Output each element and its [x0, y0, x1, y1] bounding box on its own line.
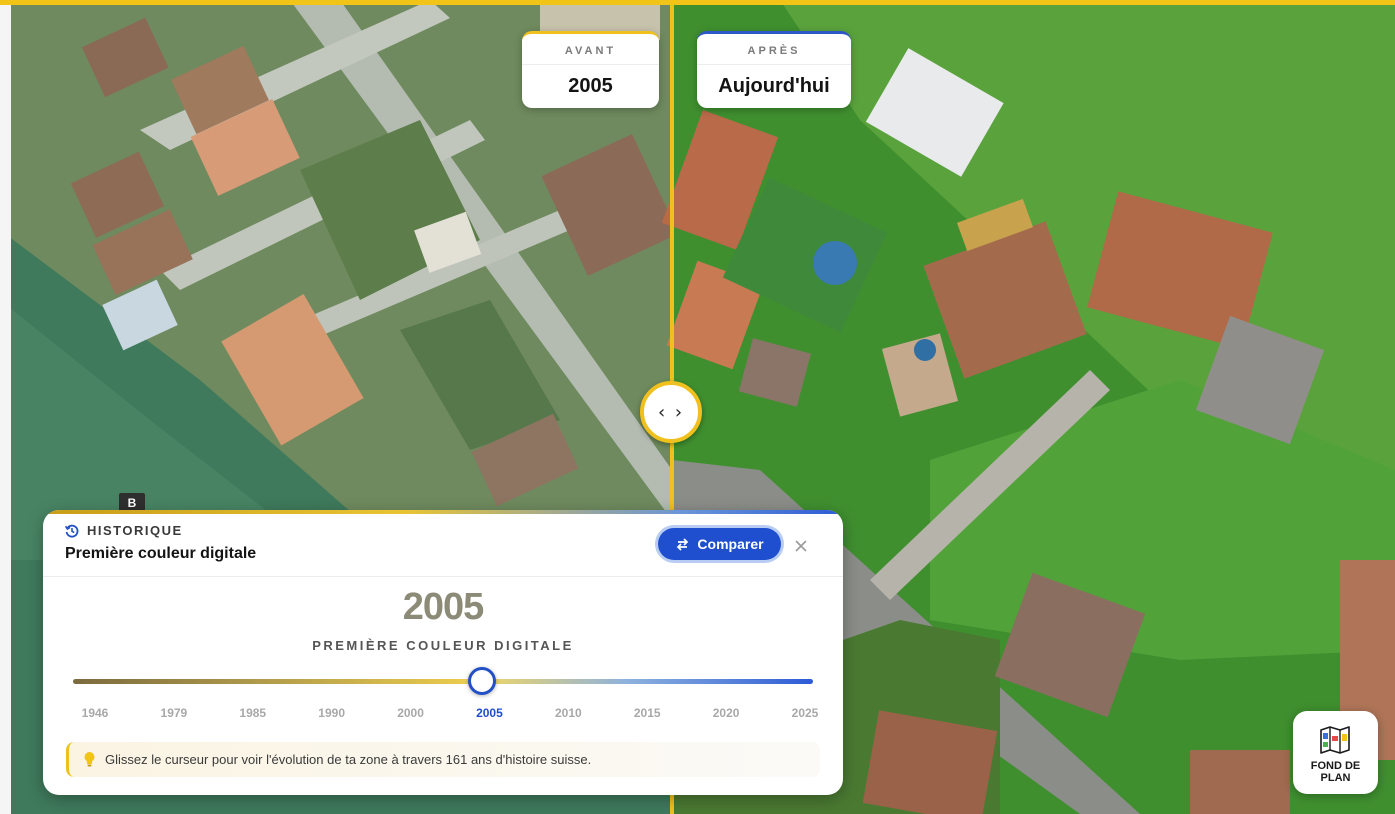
- year-tick-1990[interactable]: 1990: [318, 706, 345, 720]
- basemap-button-label: FOND DE PLAN: [1293, 760, 1378, 784]
- top-accent-bar: [0, 0, 1395, 5]
- year-tick-2015[interactable]: 2015: [634, 706, 661, 720]
- year-tick-2020[interactable]: 2020: [713, 706, 740, 720]
- year-tick-2025[interactable]: 2025: [792, 706, 819, 720]
- history-title: Première couleur digitale: [65, 545, 257, 562]
- year-tick-1979[interactable]: 1979: [161, 706, 188, 720]
- basemap-button[interactable]: FOND DE PLAN: [1293, 711, 1378, 794]
- year-tick-2010[interactable]: 2010: [555, 706, 582, 720]
- hint-box: Glissez le curseur pour voir l'évolution…: [66, 742, 820, 777]
- compare-button[interactable]: Comparer: [658, 528, 781, 560]
- basemap-label-line1: FOND DE: [1310, 760, 1361, 772]
- hint-text: Glissez le curseur pour voir l'évolution…: [105, 752, 592, 767]
- arrows-left-right-icon: ‹ ›: [657, 401, 685, 423]
- before-label-card: AVANT 2005: [522, 31, 659, 108]
- left-edge: [0, 5, 11, 814]
- after-label-card: APRÈS Aujourd'hui: [697, 31, 851, 108]
- panel-header: HISTORIQUE Première couleur digitale Com…: [43, 514, 843, 577]
- year-slider-thumb[interactable]: [468, 667, 496, 695]
- after-kicker: APRÈS: [697, 34, 851, 65]
- before-value: 2005: [568, 75, 613, 97]
- map-layers-icon: [1320, 726, 1350, 754]
- close-icon[interactable]: [793, 538, 809, 554]
- basemap-label-line2: PLAN: [1320, 772, 1351, 784]
- year-slider-ticks: 1946 1979 1985 1990 2000 2005 2010 2015 2020 2025: [65, 706, 821, 722]
- history-kicker: HISTORIQUE: [87, 523, 183, 538]
- selected-year: 2005: [402, 586, 485, 628]
- year-tick-2005[interactable]: 2005: [476, 706, 503, 720]
- lightbulb-icon: [84, 752, 95, 767]
- history-icon: [65, 524, 79, 538]
- before-kicker: AVANT: [522, 34, 659, 65]
- after-value: Aujourd'hui: [718, 75, 830, 97]
- year-tick-2000[interactable]: 2000: [397, 706, 424, 720]
- year-tick-1946[interactable]: 1946: [82, 706, 109, 720]
- year-tick-1985[interactable]: 1985: [239, 706, 266, 720]
- history-panel: HISTORIQUE Première couleur digitale Com…: [43, 510, 843, 795]
- swap-icon: [677, 537, 689, 551]
- compare-button-label: Comparer: [697, 536, 764, 552]
- year-slider-track[interactable]: [73, 679, 813, 684]
- compare-divider-handle[interactable]: ‹ ›: [640, 381, 702, 443]
- selected-year-subtitle: PREMIÈRE COULEUR DIGITALE: [312, 638, 574, 653]
